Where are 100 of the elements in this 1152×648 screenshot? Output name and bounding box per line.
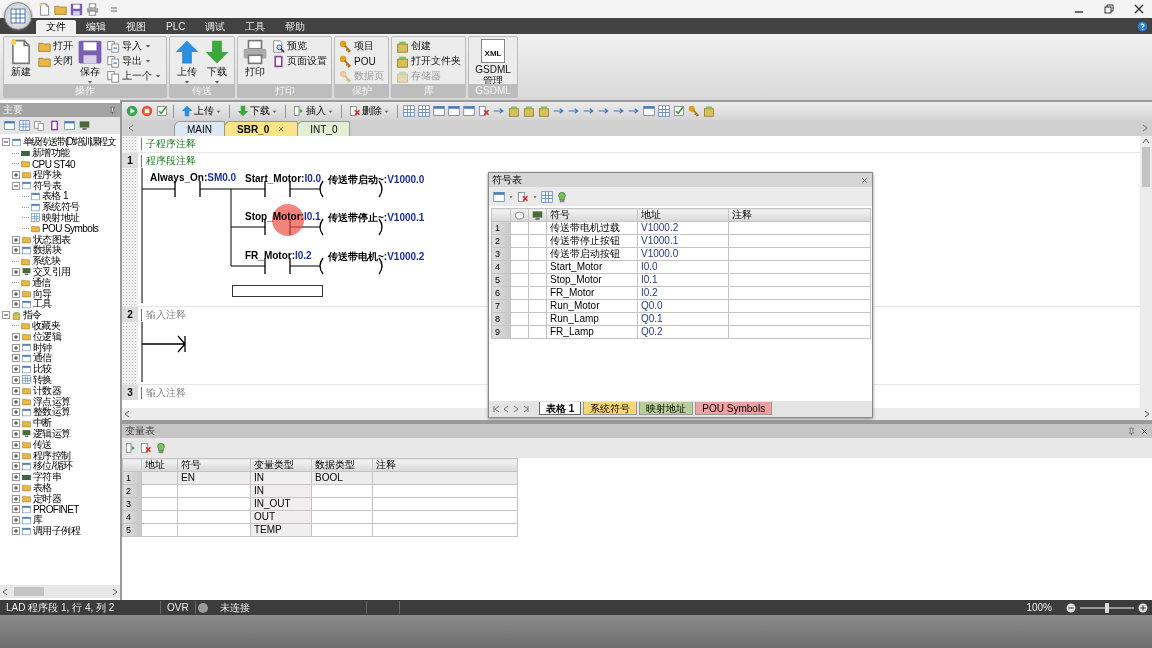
scroll-left-icon[interactable] bbox=[128, 124, 134, 132]
tree-item[interactable]: 库 bbox=[0, 514, 120, 526]
expander-icon[interactable] bbox=[12, 473, 20, 482]
expander-icon[interactable] bbox=[12, 354, 20, 363]
ribbon-button[interactable]: 导出 bbox=[107, 54, 162, 68]
sheet-tab[interactable]: POU Symbols bbox=[695, 402, 773, 415]
scroll-up-icon[interactable] bbox=[1142, 138, 1150, 144]
tree-item[interactable]: 通信 bbox=[0, 277, 120, 289]
scrollbar-thumb[interactable] bbox=[14, 587, 44, 596]
tree-item[interactable]: 系统符号 bbox=[0, 201, 120, 213]
sheet-nav-icon[interactable] bbox=[493, 405, 499, 413]
slider-thumb[interactable] bbox=[1105, 602, 1109, 613]
expander-icon[interactable] bbox=[12, 246, 20, 255]
expander-icon[interactable] bbox=[12, 332, 20, 341]
table-row[interactable]: 5 TEMP bbox=[122, 523, 518, 537]
tree-item[interactable]: 比较 bbox=[0, 363, 120, 375]
expander-icon[interactable] bbox=[12, 397, 20, 406]
pages-icon[interactable] bbox=[34, 120, 45, 131]
tree-item[interactable]: 表格 bbox=[0, 482, 120, 494]
toolbar-button[interactable]: 下载 bbox=[235, 104, 280, 118]
ribbon-button[interactable]: 新建 bbox=[8, 39, 34, 77]
sheet-nav-icon[interactable] bbox=[523, 405, 529, 413]
tree-item[interactable]: 转换 bbox=[0, 374, 120, 386]
printer-icon[interactable] bbox=[86, 2, 99, 16]
tree-item[interactable]: 调用子例程 bbox=[0, 525, 120, 537]
caret-icon[interactable] bbox=[532, 193, 538, 200]
ribbon-button[interactable]: 上传 bbox=[174, 39, 200, 86]
toolbar-button[interactable]: 上传 bbox=[179, 104, 224, 118]
tree-item[interactable]: POU Symbols bbox=[0, 223, 120, 235]
grid-icon[interactable] bbox=[418, 105, 430, 117]
expander-icon[interactable] bbox=[12, 483, 20, 492]
tree-item[interactable]: 移位/循环 bbox=[0, 460, 120, 472]
tree-item[interactable]: 工具 bbox=[0, 298, 120, 310]
box-icon[interactable] bbox=[508, 105, 520, 117]
insert-icon[interactable] bbox=[125, 442, 137, 454]
restore-icon[interactable] bbox=[1104, 4, 1114, 14]
sheet-tab[interactable]: 映射地址 bbox=[639, 402, 694, 415]
tree-item[interactable]: 状态图表 bbox=[0, 234, 120, 245]
grid-icon[interactable] bbox=[19, 120, 30, 131]
tree-item[interactable]: 通信 bbox=[0, 352, 120, 364]
menu-tab[interactable]: 编辑 bbox=[76, 20, 116, 34]
expander-icon[interactable] bbox=[12, 429, 20, 438]
sheet-tab[interactable]: 系统符号 bbox=[583, 402, 638, 415]
expander-icon[interactable] bbox=[12, 505, 20, 514]
stop-icon[interactable] bbox=[141, 105, 153, 117]
help-icon[interactable] bbox=[1137, 20, 1148, 32]
ribbon-button[interactable]: 打印 bbox=[242, 39, 268, 77]
lamp-icon[interactable] bbox=[556, 190, 568, 203]
monitor-icon[interactable] bbox=[79, 120, 90, 131]
rung-end-arrow[interactable] bbox=[141, 335, 186, 353]
menu-tab[interactable]: 帮助 bbox=[275, 20, 316, 34]
expander-icon[interactable] bbox=[12, 451, 20, 460]
tree-item[interactable]: 逻辑运算 bbox=[0, 428, 120, 440]
tree-item[interactable]: 整数运算 bbox=[0, 406, 120, 418]
ribbon-button[interactable]: 导入 bbox=[107, 39, 162, 53]
document-icon[interactable] bbox=[38, 2, 51, 16]
expander-icon[interactable] bbox=[12, 365, 20, 374]
ribbon-button[interactable]: 保存 bbox=[77, 39, 103, 86]
toolbar-button[interactable]: 删除 bbox=[347, 104, 392, 118]
sheet-tab[interactable]: 表格 1 bbox=[539, 402, 582, 415]
play-icon[interactable] bbox=[126, 105, 138, 117]
tree-item[interactable]: 单级传送带 (D:\培训课程文 bbox=[0, 137, 120, 148]
key-icon[interactable] bbox=[688, 105, 700, 117]
pin-icon[interactable] bbox=[108, 105, 117, 115]
tree-item[interactable]: 程序块 bbox=[0, 169, 120, 181]
tree-item[interactable]: 新增功能 bbox=[0, 147, 120, 159]
window-icon[interactable] bbox=[433, 105, 445, 117]
ribbon-button[interactable]: 预览 bbox=[272, 39, 327, 53]
tree-item[interactable]: 传送 bbox=[0, 439, 120, 451]
zoom-in-icon[interactable] bbox=[1138, 602, 1148, 613]
table-row[interactable]: 4 OUT bbox=[122, 510, 518, 524]
window-icon[interactable] bbox=[4, 120, 15, 131]
table-row[interactable]: 1 EN IN BOOL bbox=[122, 471, 518, 485]
menu-tab[interactable]: 视图 bbox=[116, 20, 156, 34]
scroll-right-icon[interactable] bbox=[1142, 124, 1148, 132]
expander-icon[interactable] bbox=[12, 527, 20, 536]
book-icon[interactable] bbox=[49, 120, 60, 131]
zoom-out-icon[interactable] bbox=[1066, 602, 1076, 613]
tree-item[interactable]: 数据块 bbox=[0, 244, 120, 256]
tree-item[interactable]: 程序控制 bbox=[0, 450, 120, 461]
tree-item[interactable]: 浮点运算 bbox=[0, 396, 120, 407]
editor-tab[interactable]: SBR_0 bbox=[224, 121, 299, 136]
checklist-icon[interactable] bbox=[673, 105, 685, 117]
menu-tab[interactable]: 工具 bbox=[235, 20, 276, 34]
expander-icon[interactable] bbox=[12, 170, 20, 179]
expander-icon[interactable] bbox=[12, 419, 20, 428]
tree-item[interactable]: 位逻辑 bbox=[0, 331, 120, 343]
expander-icon[interactable] bbox=[12, 181, 20, 190]
tree-item[interactable]: CPU ST40 bbox=[0, 158, 120, 170]
expander-icon[interactable] bbox=[12, 516, 20, 525]
empty-element-box[interactable] bbox=[232, 285, 323, 297]
expander-icon[interactable] bbox=[12, 375, 20, 384]
pin-icon[interactable] bbox=[1127, 426, 1136, 436]
window-icon[interactable] bbox=[448, 105, 460, 117]
ribbon-button[interactable]: 创建 bbox=[396, 39, 461, 53]
tree-item[interactable]: 字符串 bbox=[0, 471, 120, 483]
expander-icon[interactable] bbox=[12, 300, 20, 309]
ribbon-button[interactable]: 页面设置 bbox=[272, 54, 327, 68]
scroll-right-icon[interactable] bbox=[1144, 410, 1150, 418]
window-icon[interactable] bbox=[493, 190, 505, 203]
